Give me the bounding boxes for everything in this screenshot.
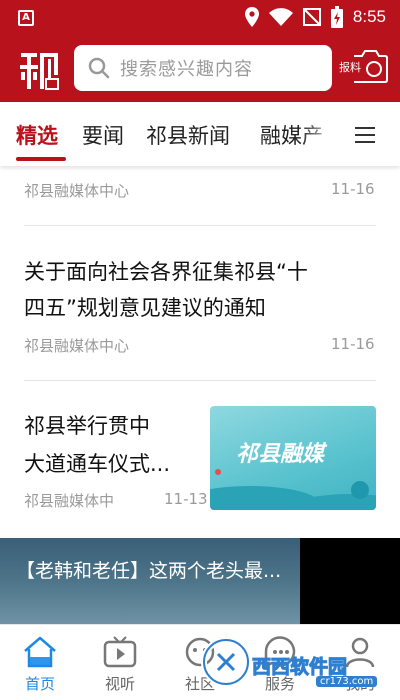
- wifi-icon: [268, 8, 293, 26]
- news-title-line: 四五”规划意见建议的通知: [24, 296, 266, 320]
- status-time: 8:55: [352, 7, 386, 26]
- news-date: 11-16: [331, 180, 375, 198]
- search-bar[interactable]: 搜索感兴趣内容: [74, 45, 332, 91]
- video-title: 【老韩和老任】这两个老头最...: [16, 560, 282, 582]
- search-icon: [88, 57, 110, 79]
- nav-label: 首页: [24, 675, 55, 693]
- news-date: 11-13: [164, 490, 208, 508]
- app-header: 搜索感兴趣内容 报料: [0, 36, 400, 102]
- active-tab-indicator: [16, 157, 66, 161]
- location-icon: [244, 7, 259, 27]
- tv-icon: [103, 636, 137, 668]
- report-label: 报料: [339, 61, 361, 74]
- thumbnail-graphic: 祁县融媒: [210, 441, 376, 510]
- search-placeholder: 搜索感兴趣内容: [120, 59, 253, 80]
- tab-headlines[interactable]: 要闻: [82, 120, 124, 150]
- watermark-text: 西西软件园: [251, 656, 348, 679]
- watermark-url: cr173.com: [316, 676, 378, 687]
- watermark-logo: [201, 637, 251, 687]
- tab-featured[interactable]: 精选: [16, 120, 58, 150]
- news-source: 祁县融媒体中: [24, 492, 115, 510]
- signal-off-icon: [302, 8, 321, 26]
- site-watermark: 西西软件园 cr173.com: [196, 632, 400, 698]
- status-bar: A 8:55: [0, 0, 400, 36]
- battery-icon: [330, 6, 343, 28]
- category-tabs: 精选 要闻 祁县新闻 融媒产: [0, 102, 400, 166]
- news-feed: 祁县融媒体中心 11-16 关于面向社会各界征集祁县“十 四五”规划意见建议的通…: [0, 166, 400, 538]
- news-title-line: 祁县举行贯中: [24, 414, 150, 438]
- nav-label: 视听: [104, 675, 135, 693]
- video-letterbox: [300, 538, 400, 624]
- news-title-line: 大道通车仪式...: [24, 452, 171, 476]
- thumbnail-text: 祁县融媒: [236, 441, 328, 467]
- nav-home[interactable]: 首页: [0, 625, 80, 700]
- tab-fade: [300, 102, 340, 162]
- qi-xian-logo[interactable]: [18, 50, 60, 92]
- app-notification-icon: A: [18, 10, 34, 26]
- news-date: 11-16: [331, 335, 375, 353]
- report-button[interactable]: 报料: [338, 50, 388, 84]
- home-icon: [24, 636, 56, 668]
- news-source: 祁县融媒体中心: [24, 337, 130, 355]
- video-banner[interactable]: 【老韩和老任】这两个老头最...: [0, 538, 400, 624]
- news-title-line: 关于面向社会各界征集祁县“十: [24, 260, 308, 284]
- news-thumbnail: 祁县融媒: [210, 406, 376, 510]
- divider: [24, 380, 376, 381]
- divider: [24, 225, 376, 226]
- menu-icon[interactable]: [355, 126, 377, 144]
- status-icons: 8:55: [244, 6, 386, 28]
- tab-qixian-news[interactable]: 祁县新闻: [146, 120, 230, 150]
- news-source: 祁县融媒体中心: [24, 182, 130, 200]
- nav-video[interactable]: 视听: [80, 625, 160, 700]
